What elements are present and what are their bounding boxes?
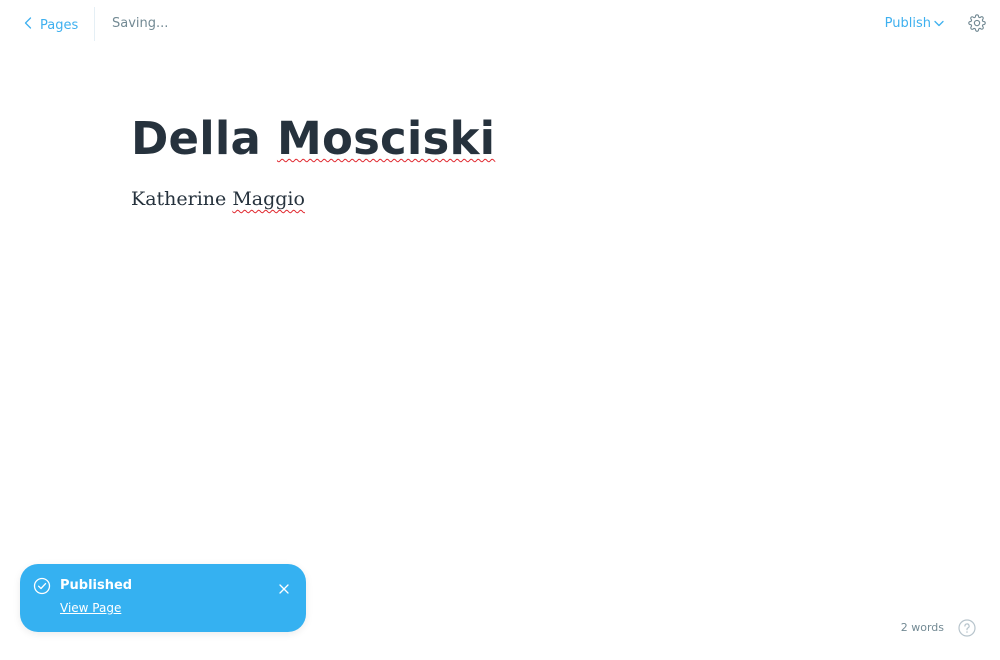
notification-title: Published — [60, 578, 133, 593]
chevron-down-icon — [931, 16, 944, 31]
editor-screen: Pages Saving... Publish Della Mosciski K… — [0, 0, 1000, 660]
top-bar: Pages Saving... Publish — [0, 0, 1000, 50]
post-editor[interactable]: Della Mosciski Katherine Maggio — [131, 108, 871, 214]
publish-button[interactable]: Publish — [885, 16, 944, 31]
help-button[interactable] — [958, 619, 976, 637]
gear-icon — [968, 14, 986, 36]
settings-button[interactable] — [968, 14, 986, 32]
view-page-link[interactable]: View Page — [60, 601, 121, 615]
title-word: Della — [131, 112, 262, 165]
close-icon — [278, 580, 290, 599]
word-count: 2 words — [900, 621, 944, 634]
body-word: Katherine — [131, 188, 227, 210]
close-notification-button[interactable] — [278, 580, 290, 594]
publish-label: Publish — [884, 16, 931, 31]
topbar-divider — [94, 7, 95, 41]
question-circle-icon — [958, 619, 976, 641]
chevron-left-icon — [24, 17, 40, 33]
post-title[interactable]: Della Mosciski — [131, 108, 871, 170]
save-status: Saving... — [112, 16, 169, 31]
post-body[interactable]: Katherine Maggio — [131, 184, 871, 214]
back-link-label: Pages — [40, 17, 79, 33]
published-notification: Published View Page — [20, 564, 306, 632]
back-to-pages-link[interactable]: Pages — [24, 14, 78, 36]
title-word-misspelled: Mosciski — [276, 112, 496, 165]
check-circle-icon — [33, 577, 51, 599]
body-word-misspelled: Maggio — [232, 188, 305, 210]
